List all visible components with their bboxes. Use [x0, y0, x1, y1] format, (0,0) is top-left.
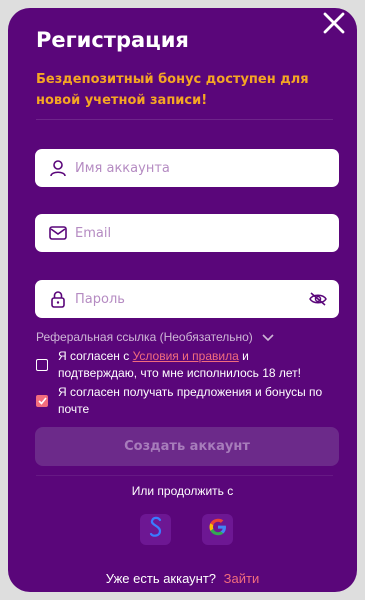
chevron-down-icon: [261, 332, 275, 342]
divider: [36, 119, 333, 120]
divider: [36, 475, 333, 476]
google-icon: [208, 517, 228, 542]
create-account-button[interactable]: Создать аккаунт: [35, 427, 339, 466]
offers-row: Я согласен получать предложения и бонусы…: [36, 384, 326, 418]
registration-modal: Регистрация Бездепозитный бонус доступен…: [8, 8, 357, 592]
close-icon[interactable]: [321, 10, 347, 36]
password-field[interactable]: [35, 280, 339, 318]
terms-link[interactable]: Условия и правила: [133, 349, 239, 363]
user-icon: [47, 157, 69, 179]
steam-login-button[interactable]: [140, 514, 171, 545]
terms-text: Я согласен с Условия и правила и подтвер…: [58, 348, 326, 382]
email-field[interactable]: [35, 214, 339, 252]
modal-title: Регистрация: [36, 28, 189, 52]
password-input[interactable]: [75, 291, 307, 307]
eye-off-icon[interactable]: [307, 288, 329, 310]
offers-label: Я согласен получать предложения и бонусы…: [58, 385, 323, 416]
check-icon: [37, 397, 47, 405]
google-login-button[interactable]: [202, 514, 233, 545]
mail-icon: [47, 222, 69, 244]
offers-checkbox[interactable]: [36, 395, 48, 407]
social-label: Или продолжить с: [131, 484, 234, 498]
footer-question: Уже есть аккаунт?: [105, 571, 217, 586]
login-link[interactable]: Зайти: [224, 571, 260, 586]
terms-prefix: Я согласен с: [58, 349, 133, 363]
username-input[interactable]: [75, 160, 339, 176]
terms-row: Я согласен с Условия и правила и подтвер…: [36, 348, 326, 382]
lock-icon: [47, 288, 69, 310]
referral-label: Реферальная ссылка (Необязательно): [36, 330, 253, 344]
s-logo-icon: [148, 516, 164, 543]
username-field[interactable]: [35, 149, 339, 187]
referral-toggle[interactable]: Реферальная ссылка (Необязательно): [36, 330, 275, 344]
footer: Уже есть аккаунт? Зайти: [8, 571, 357, 586]
terms-checkbox[interactable]: [36, 359, 48, 371]
email-input[interactable]: [75, 225, 339, 241]
bonus-notice: Бездепозитный бонус доступен для новой у…: [36, 72, 309, 108]
